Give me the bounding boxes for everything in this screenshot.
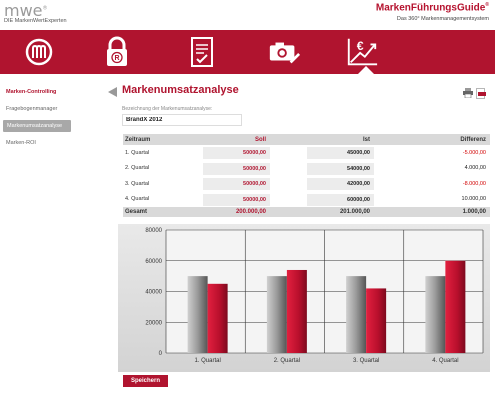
header-soll: Soll [254,136,266,143]
euro-chart-icon[interactable]: € [345,36,379,68]
active-nav-pointer [358,66,374,74]
m-logo-icon[interactable] [22,36,56,68]
total-soll: 200.000,00 [235,209,266,215]
pdf-icon[interactable] [476,88,486,99]
back-arrow-icon[interactable] [108,87,117,97]
zeitraum-cell: 1. Quartal [125,149,150,156]
y-tick-label: 0 [159,351,163,357]
y-tick-label: 60000 [145,259,162,265]
y-tick-label: 40000 [145,290,162,296]
y-tick-label: 80000 [145,228,162,234]
zeitraum-cell: 3. Quartal [125,180,150,187]
product-title-text: MarkenFührungsGuide [375,2,486,14]
header-zeitraum: Zeitraum [125,136,151,143]
x-tick-label: 2. Quartal [274,358,300,364]
differenz-cell: -8.000,00 [462,180,486,187]
print-icon[interactable] [463,88,473,98]
field-label: Bezeichnung der Markenumsatzanalyse: [122,106,213,112]
svg-text:€: € [357,39,364,53]
soll-input[interactable]: 50000,00 [203,178,270,190]
lock-icon[interactable]: R [100,36,134,68]
soll-input[interactable]: 50000,00 [203,193,270,206]
x-tick-label: 3. Quartal [353,358,379,364]
logo-subtitle: DIE MarkenWertExperten [4,18,67,24]
soll-input[interactable]: 50000,00 [203,147,270,159]
table-row: 2. Quartal 50000,00 54000,00 4.000,00 [123,161,490,177]
bar-ist [366,288,387,353]
bar-soll [425,276,446,353]
header-ist: Ist [362,136,370,143]
svg-text:R: R [114,55,119,62]
chart-canvas: 0 20000 40000 60000 80000 1. Quartal 2. Quarta… [145,228,484,364]
soll-input[interactable]: 50000,00 [203,162,270,175]
ist-input[interactable]: 45000,00 [307,147,374,159]
sidebar: Marken-Controlling Fragebogenmanager Mar… [0,86,75,154]
table-row: 4. Quartal 50000,00 60000,00 10.000,00 [123,192,490,208]
table-row: 3. Quartal 50000,00 42000,00 -8.000,00 [123,176,490,192]
product-registered: ® [485,2,489,8]
total-ist: 201.000,00 [339,209,370,215]
ist-input[interactable]: 42000,00 [307,178,374,190]
revenue-table: Zeitraum Soll Ist Differenz 1. Quartal 5… [123,134,490,217]
table-total-row: Gesamt 200.000,00 201.000,00 1.000,00 [123,207,490,217]
table-header-row: Zeitraum Soll Ist Differenz [123,134,490,145]
bar-soll [266,276,287,353]
zeitraum-cell: 4. Quartal [125,196,150,203]
table-row: 1. Quartal 50000,00 45000,00 -5.000,00 [123,145,490,161]
bar-ist [207,283,228,353]
differenz-cell: 4.000,00 [464,165,486,172]
camera-icon[interactable] [267,36,301,68]
ist-input[interactable]: 54000,00 [307,162,374,175]
sidebar-item-markenumsatzanalyse[interactable]: Markenumsatzanalyse [3,120,71,132]
product-subtitle: Das 360° Markenmanagementsystem [396,16,489,22]
save-button[interactable]: Speichern [123,375,168,387]
y-tick-label: 20000 [145,320,162,326]
sidebar-item-marken-controlling[interactable]: Marken-Controlling [0,86,75,98]
differenz-cell: -5.000,00 [462,149,486,156]
x-tick-label: 4. Quartal [432,358,458,364]
logo-registered: ® [42,5,48,12]
bar-soll [187,276,208,353]
bar-chart: 0 20000 40000 60000 80000 1. Quartal 2. Quarta… [118,224,490,372]
x-tick-label: 1. Quartal [194,358,220,364]
bar-ist [286,269,307,353]
ist-input[interactable]: 60000,00 [307,193,374,206]
main-navbar: R € [0,30,495,74]
zeitraum-cell: 2. Quartal [125,165,150,172]
header-differenz: Differenz [460,136,486,143]
toolbar [463,88,486,99]
total-label: Gesamt [125,209,148,215]
differenz-cell: 10.000,00 [461,196,486,203]
bar-ist [445,260,466,353]
checklist-icon[interactable] [185,36,219,68]
total-differenz: 1.000,00 [462,209,486,215]
sidebar-item-marken-roi[interactable]: Marken-ROI [0,137,75,149]
product-title: MarkenFührungsGuide® [376,2,489,13]
top-bar: mwe® DIE MarkenWertExperten MarkenFührun… [0,0,495,30]
analysis-name-input[interactable] [122,114,242,126]
sidebar-item-fragebogenmanager[interactable]: Fragebogenmanager [0,103,75,115]
page-title: Markenumsatzanalyse [122,84,239,96]
bar-soll [346,276,367,353]
